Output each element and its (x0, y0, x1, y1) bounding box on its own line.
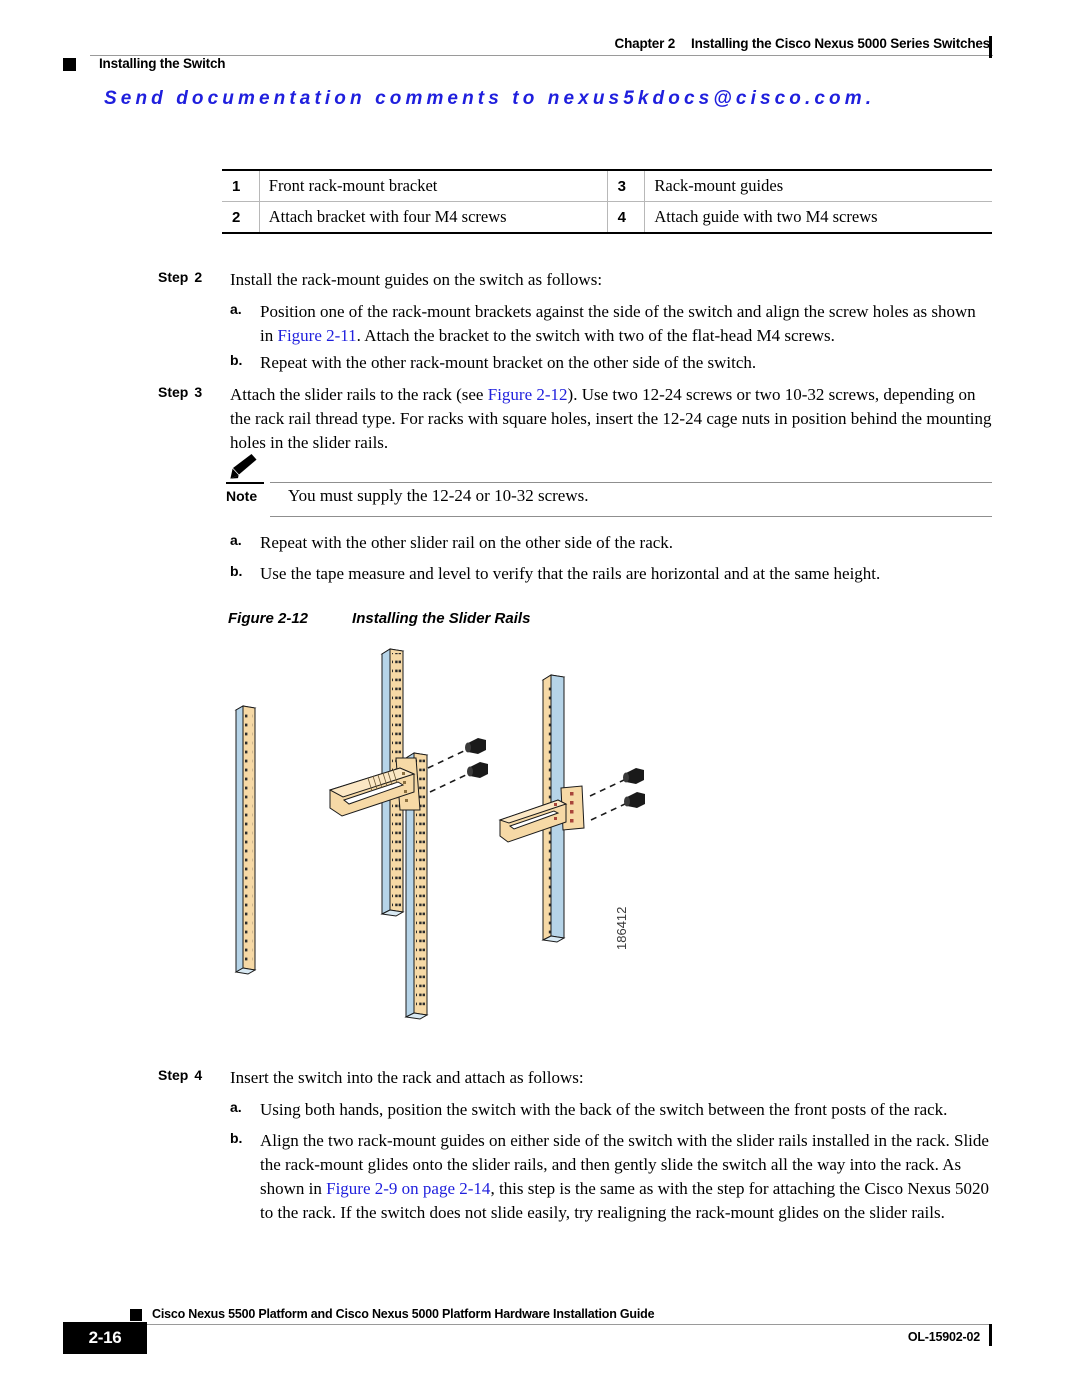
step-2-item-a-text-part2: . Attach the bracket to the switch with … (356, 326, 835, 346)
header-chapter-number: Chapter 2 (614, 36, 676, 51)
step-4-text: Insert the switch into the rack and atta… (230, 1068, 584, 1087)
legend-num-1: 1 (222, 169, 260, 202)
screw-right-lower (590, 792, 645, 821)
step-3-item-a: a. Repeat with the other slider rail on … (230, 531, 992, 555)
table-row: 1 Front rack-mount bracket 3 Rack-mount … (222, 169, 992, 202)
step-2-label: Step 2 (158, 269, 203, 285)
rack-post-left (234, 705, 257, 975)
step-2-item-b: b. Repeat with the other rack-mount brac… (230, 351, 992, 375)
note-rule-top (270, 482, 992, 483)
footer-document-title: Cisco Nexus 5500 Platform and Cisco Nexu… (152, 1307, 655, 1321)
figure-number: Figure 2-12 (228, 610, 309, 627)
send-documentation-comments: Send documentation comments to nexus5kdo… (104, 88, 876, 109)
step-4-item-a: a. Using both hands, position the switch… (230, 1098, 992, 1122)
step-3-item-a-text: Repeat with the other slider rail on the… (260, 533, 674, 552)
header-bullet-icon (63, 58, 76, 71)
legend-text-4: Attach guide with two M4 screws (644, 201, 992, 234)
figure-legend-table: 1 Front rack-mount bracket 3 Rack-mount … (222, 169, 992, 234)
step-2: Step 2 Install the rack-mount guides on t… (158, 268, 992, 292)
figure-title: Installing the Slider Rails (352, 610, 531, 627)
figure-installing-slider-rails (234, 648, 645, 1020)
step-3-item-b-label: b. (230, 563, 243, 579)
step-3-item-b-text: Use the tape measure and level to verify… (260, 564, 881, 583)
step-2-item-a-label: a. (230, 301, 242, 317)
step-2-item-b-text: Repeat with the other rack-mount bracket… (260, 353, 757, 372)
header-chapter-title: Installing the Cisco Nexus 5000 Series S… (691, 36, 990, 51)
step-4-item-b: b. Align the two rack-mount guides on ei… (230, 1129, 992, 1226)
step-3-text: Attach the slider rails to the rack (see… (230, 383, 992, 455)
step-3: Step 3 Attach the slider rails to the rac… (158, 383, 992, 455)
step-2-item-a: a. Position one of the rack-mount bracke… (230, 300, 992, 348)
step-3-item-b: b. Use the tape measure and level to ver… (230, 562, 992, 586)
step-3-label: Step 3 (158, 384, 203, 400)
legend-num-2: 2 (222, 201, 260, 234)
note-rule-bottom (270, 516, 992, 517)
table-row: 2 Attach bracket with four M4 screws 4 A… (222, 201, 992, 234)
step-3-text-part1: Attach the slider rails to the rack (see (230, 385, 488, 404)
legend-num-4: 4 (606, 201, 646, 234)
footer-rule (130, 1324, 992, 1325)
note-label: Note (226, 488, 258, 504)
xref-figure-2-12[interactable]: Figure 2-12 (488, 385, 568, 404)
footer-doc-id: OL-15902-02 (907, 1330, 980, 1344)
header-section-title: Installing the Switch (99, 56, 226, 71)
header-chapter: Chapter 2 Installing the Cisco Nexus 5000… (560, 36, 991, 51)
xref-figure-2-11[interactable]: Figure 2-11 (277, 326, 356, 345)
step-2-item-b-label: b. (230, 352, 243, 368)
screw-left-lower (429, 762, 488, 793)
step-4-label: Step 4 (158, 1067, 203, 1083)
pencil-icon (230, 454, 257, 479)
figure-caption: Figure 2-12 Installing the Slider Rails (228, 610, 530, 627)
figure-id-number: 186412 (614, 906, 629, 950)
document-page: Chapter 2 Installing the Cisco Nexus 5000… (0, 0, 1080, 1397)
step-3-item-a-label: a. (230, 532, 242, 548)
header-rule (90, 55, 993, 56)
legend-num-3: 3 (606, 169, 646, 202)
step-4-item-a-label: a. (230, 1099, 242, 1115)
slider-rail-left (328, 757, 421, 817)
step-4-item-b-text: Align the two rack-mount guides on eithe… (260, 1129, 992, 1226)
legend-text-3: Rack-mount guides (644, 169, 992, 202)
step-4-item-b-label: b. (230, 1130, 243, 1146)
step-4: Step 4 Insert the switch into the rack an… (158, 1066, 992, 1090)
legend-text-2: Attach bracket with four M4 screws (259, 201, 608, 234)
note-icon-underline (226, 482, 264, 484)
step-2-item-a-text: Position one of the rack-mount brackets … (260, 300, 992, 348)
step-2-text: Install the rack-mount guides on the swi… (230, 270, 603, 289)
legend-text-1: Front rack-mount bracket (259, 169, 608, 202)
page-number: 2-16 (63, 1322, 147, 1354)
footer-bullet-icon (130, 1309, 142, 1321)
footer-edge-tick (989, 1324, 992, 1346)
step-4-item-a-text: Using both hands, position the switch wi… (260, 1100, 948, 1119)
note-text: You must supply the 12-24 or 10-32 screw… (288, 486, 589, 505)
xref-figure-2-9[interactable]: Figure 2-9 on page 2-14 (326, 1179, 490, 1198)
screw-right-upper (589, 768, 644, 797)
